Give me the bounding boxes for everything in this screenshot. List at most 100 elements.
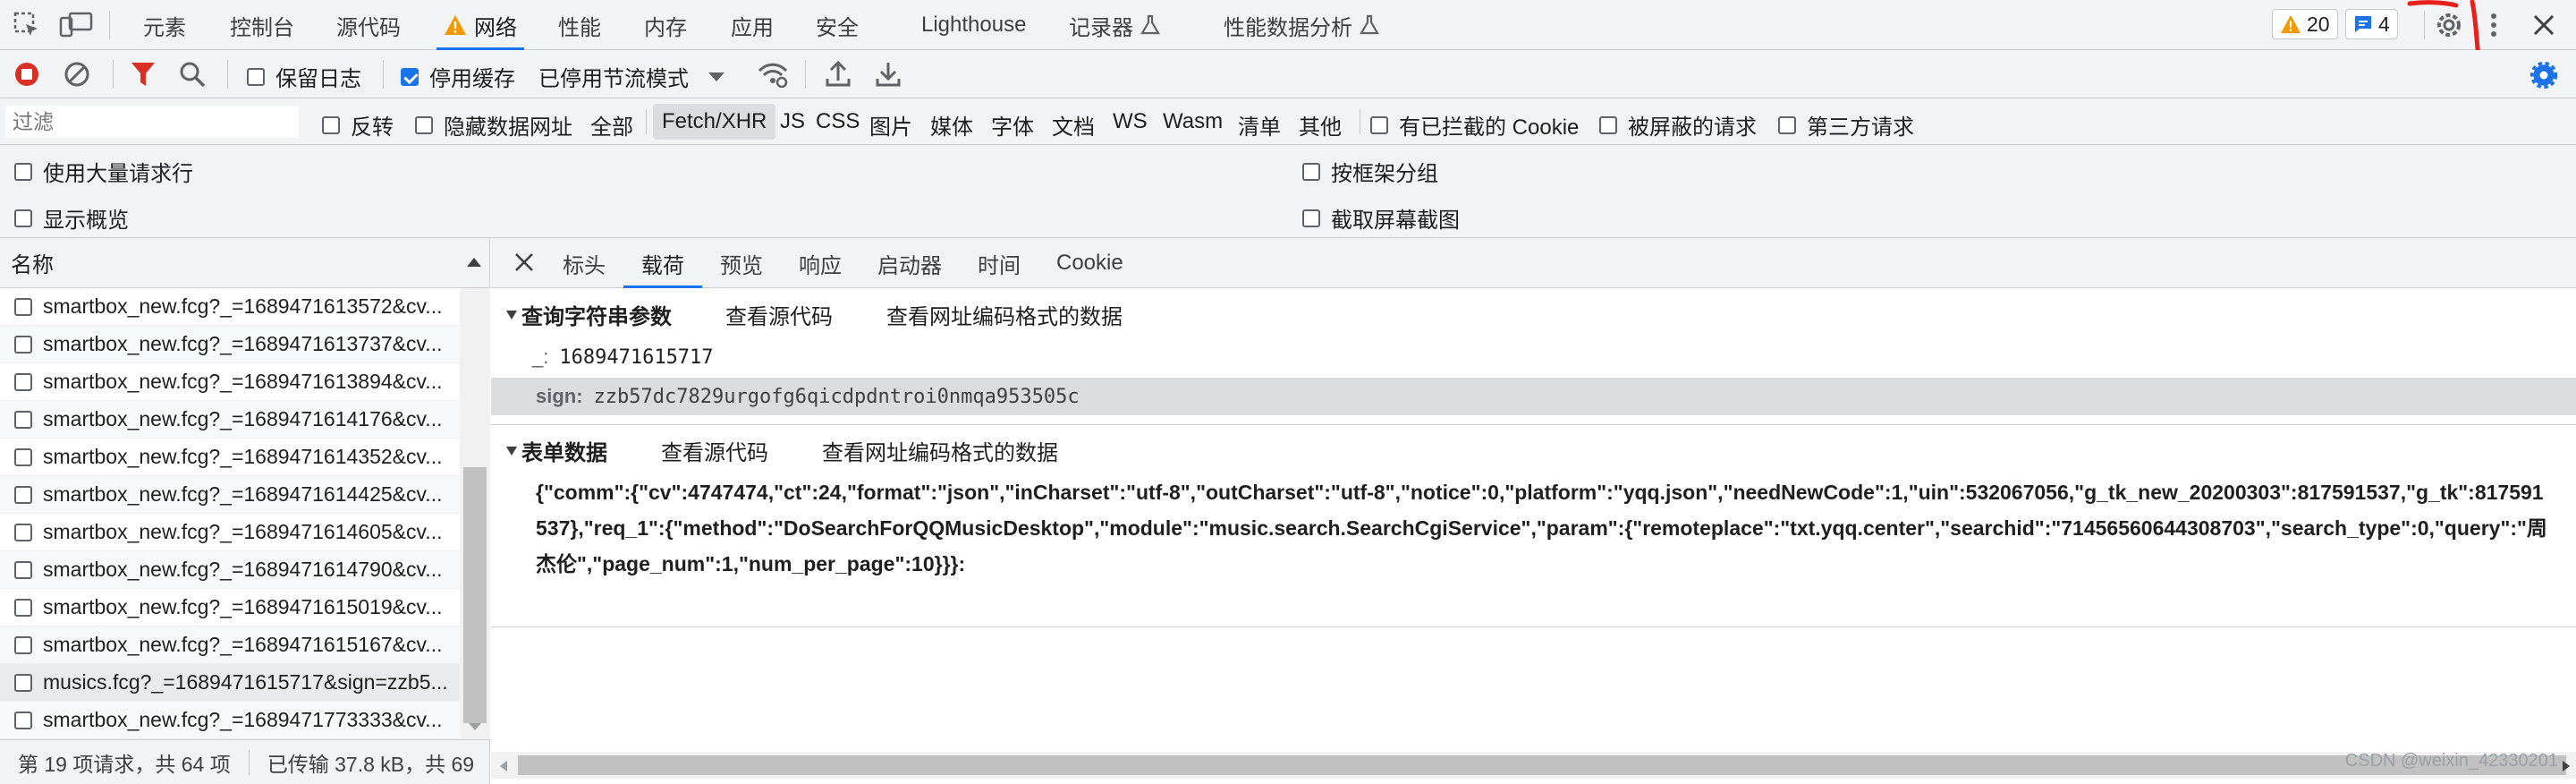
request-row[interactable]: smartbox_new.fcg?_=1689471614176&cv... <box>0 401 460 439</box>
row-checkbox[interactable] <box>14 523 32 541</box>
third-party-checkbox[interactable]: 第三方请求 <box>1778 109 1914 141</box>
show-overview-checkbox[interactable]: 显示概览 <box>14 202 129 234</box>
warnings-badge[interactable]: 20 <box>2272 9 2338 39</box>
tab-application[interactable]: 应用 <box>731 0 774 50</box>
request-row[interactable]: smartbox_new.fcg?_=1689471614425&cv... <box>0 476 460 514</box>
request-row[interactable]: smartbox_new.fcg?_=1689471613737&cv... <box>0 326 460 363</box>
close-devtools-icon[interactable] <box>2529 11 2558 39</box>
view-url-encoded-button[interactable]: 查看网址编码格式的数据 <box>822 435 1058 466</box>
checkbox[interactable] <box>1778 115 1796 134</box>
checkbox[interactable] <box>1302 162 1320 181</box>
search-icon[interactable] <box>179 61 206 88</box>
type-filter-ws[interactable]: WS <box>1113 109 1148 134</box>
scroll-left-icon[interactable] <box>498 759 509 773</box>
blocked-requests-checkbox[interactable]: 被屏蔽的请求 <box>1599 109 1757 141</box>
close-detail-icon[interactable] <box>513 251 536 274</box>
big-request-rows-checkbox[interactable]: 使用大量请求行 <box>14 156 193 187</box>
checkbox[interactable] <box>415 115 433 134</box>
row-checkbox[interactable] <box>14 711 32 729</box>
tab-headers[interactable]: 标头 <box>563 238 606 288</box>
tab-preview[interactable]: 预览 <box>720 238 763 288</box>
checkbox[interactable] <box>247 67 265 86</box>
preserve-log-checkbox[interactable]: 保留日志 <box>247 61 361 92</box>
row-checkbox[interactable] <box>14 410 32 429</box>
tab-performance[interactable]: 性能 <box>558 0 601 50</box>
checkbox[interactable] <box>322 115 340 134</box>
request-row[interactable]: smartbox_new.fcg?_=1689471614790&cv... <box>0 551 460 589</box>
tab-security[interactable]: 安全 <box>816 0 859 50</box>
type-filter-wasm[interactable]: Wasm <box>1163 109 1223 134</box>
request-row[interactable]: smartbox_new.fcg?_=1689471613894&cv... <box>0 363 460 401</box>
record-stop-icon[interactable] <box>13 60 41 89</box>
tab-cookies[interactable]: Cookie <box>1056 238 1123 288</box>
request-list-scrollbar[interactable] <box>460 288 490 739</box>
row-checkbox[interactable] <box>14 372 32 391</box>
request-row[interactable]: smartbox_new.fcg?_=1689471613572&cv... <box>0 288 460 326</box>
tab-performance-insights[interactable]: 性能数据分析 <box>1224 0 1379 50</box>
tab-response[interactable]: 响应 <box>799 238 842 288</box>
type-filter-js[interactable]: JS <box>780 109 805 134</box>
invert-checkbox[interactable]: 反转 <box>322 109 394 141</box>
view-url-encoded-button[interactable]: 查看网址编码格式的数据 <box>886 299 1123 330</box>
tab-timing[interactable]: 时间 <box>978 238 1021 288</box>
device-toggle-icon[interactable] <box>59 11 93 39</box>
view-source-button[interactable]: 查看源代码 <box>725 299 833 330</box>
type-filter-img[interactable]: 图片 <box>869 109 912 141</box>
hide-data-urls-checkbox[interactable]: 隐藏数据网址 <box>415 109 572 141</box>
row-checkbox[interactable] <box>14 673 32 692</box>
type-filter-fetch-xhr[interactable]: Fetch/XHR <box>653 104 776 140</box>
network-settings-gear-icon[interactable] <box>2529 61 2558 89</box>
tab-console[interactable]: 控制台 <box>230 0 294 50</box>
request-row[interactable]: smartbox_new.fcg?_=1689471773333&cv... <box>0 702 460 739</box>
query-string-section-header[interactable]: 查询字符串参数 查看源代码 查看网址编码格式的数据 <box>491 292 2576 337</box>
tab-memory[interactable]: 内存 <box>644 0 687 50</box>
tab-network[interactable]: 网络 <box>436 0 524 50</box>
blocked-cookies-checkbox[interactable]: 有已拦截的 Cookie <box>1370 109 1579 141</box>
form-data-section-header[interactable]: 表单数据 查看源代码 查看网址编码格式的数据 <box>491 428 2576 473</box>
detail-horizontal-scrollbar[interactable] <box>491 752 2576 779</box>
checkbox[interactable] <box>1370 115 1388 134</box>
network-conditions-icon[interactable] <box>757 61 789 88</box>
checkbox[interactable] <box>1302 209 1320 227</box>
type-filter-font[interactable]: 字体 <box>991 109 1034 141</box>
view-source-button[interactable]: 查看源代码 <box>661 435 768 466</box>
request-row[interactable]: musics.fcg?_=1689471615717&sign=zzb5... <box>0 664 460 702</box>
request-row[interactable]: smartbox_new.fcg?_=1689471615167&cv... <box>0 626 460 664</box>
tab-recorder[interactable]: 记录器 <box>1069 0 1160 50</box>
row-checkbox[interactable] <box>14 598 32 617</box>
row-checkbox[interactable] <box>14 635 32 654</box>
row-checkbox[interactable] <box>14 447 32 466</box>
request-row[interactable]: smartbox_new.fcg?_=1689471615019&cv... <box>0 589 460 626</box>
tab-initiator[interactable]: 启动器 <box>877 238 942 288</box>
request-list-header[interactable]: 名称 <box>0 238 489 288</box>
type-filter-manifest[interactable]: 清单 <box>1238 109 1281 141</box>
request-row[interactable]: smartbox_new.fcg?_=1689471614605&cv... <box>0 514 460 551</box>
type-filter-css[interactable]: CSS <box>816 109 860 134</box>
row-checkbox[interactable] <box>14 335 32 354</box>
type-filter-doc[interactable]: 文档 <box>1052 109 1095 141</box>
row-checkbox[interactable] <box>14 297 32 316</box>
group-by-frame-checkbox[interactable]: 按框架分组 <box>1302 156 1438 187</box>
tab-sources[interactable]: 源代码 <box>336 0 401 50</box>
type-filter-other[interactable]: 其他 <box>1299 109 1342 141</box>
throttle-select[interactable]: 已停用节流模式 <box>538 61 726 92</box>
checkbox[interactable] <box>401 67 419 86</box>
filter-input[interactable] <box>5 106 299 138</box>
scrollbar-thumb[interactable] <box>463 467 487 723</box>
type-filter-all[interactable]: 全部 <box>590 109 633 141</box>
capture-screenshots-checkbox[interactable]: 截取屏幕截图 <box>1302 202 1460 234</box>
filter-icon[interactable] <box>131 61 156 88</box>
export-har-icon[interactable] <box>875 59 902 88</box>
scroll-down-icon[interactable] <box>467 721 483 732</box>
row-checkbox[interactable] <box>14 560 32 579</box>
tab-elements[interactable]: 元素 <box>143 0 186 50</box>
inspect-element-icon[interactable] <box>13 11 41 39</box>
scroll-right-icon[interactable] <box>2561 759 2572 773</box>
request-row[interactable]: smartbox_new.fcg?_=1689471614352&cv... <box>0 439 460 476</box>
checkbox[interactable] <box>14 209 32 227</box>
tab-lighthouse[interactable]: Lighthouse <box>921 0 1026 50</box>
clear-icon[interactable] <box>63 60 91 89</box>
messages-badge[interactable]: 4 <box>2345 9 2398 39</box>
disable-cache-checkbox[interactable]: 停用缓存 <box>401 61 515 92</box>
import-har-icon[interactable] <box>825 59 852 88</box>
